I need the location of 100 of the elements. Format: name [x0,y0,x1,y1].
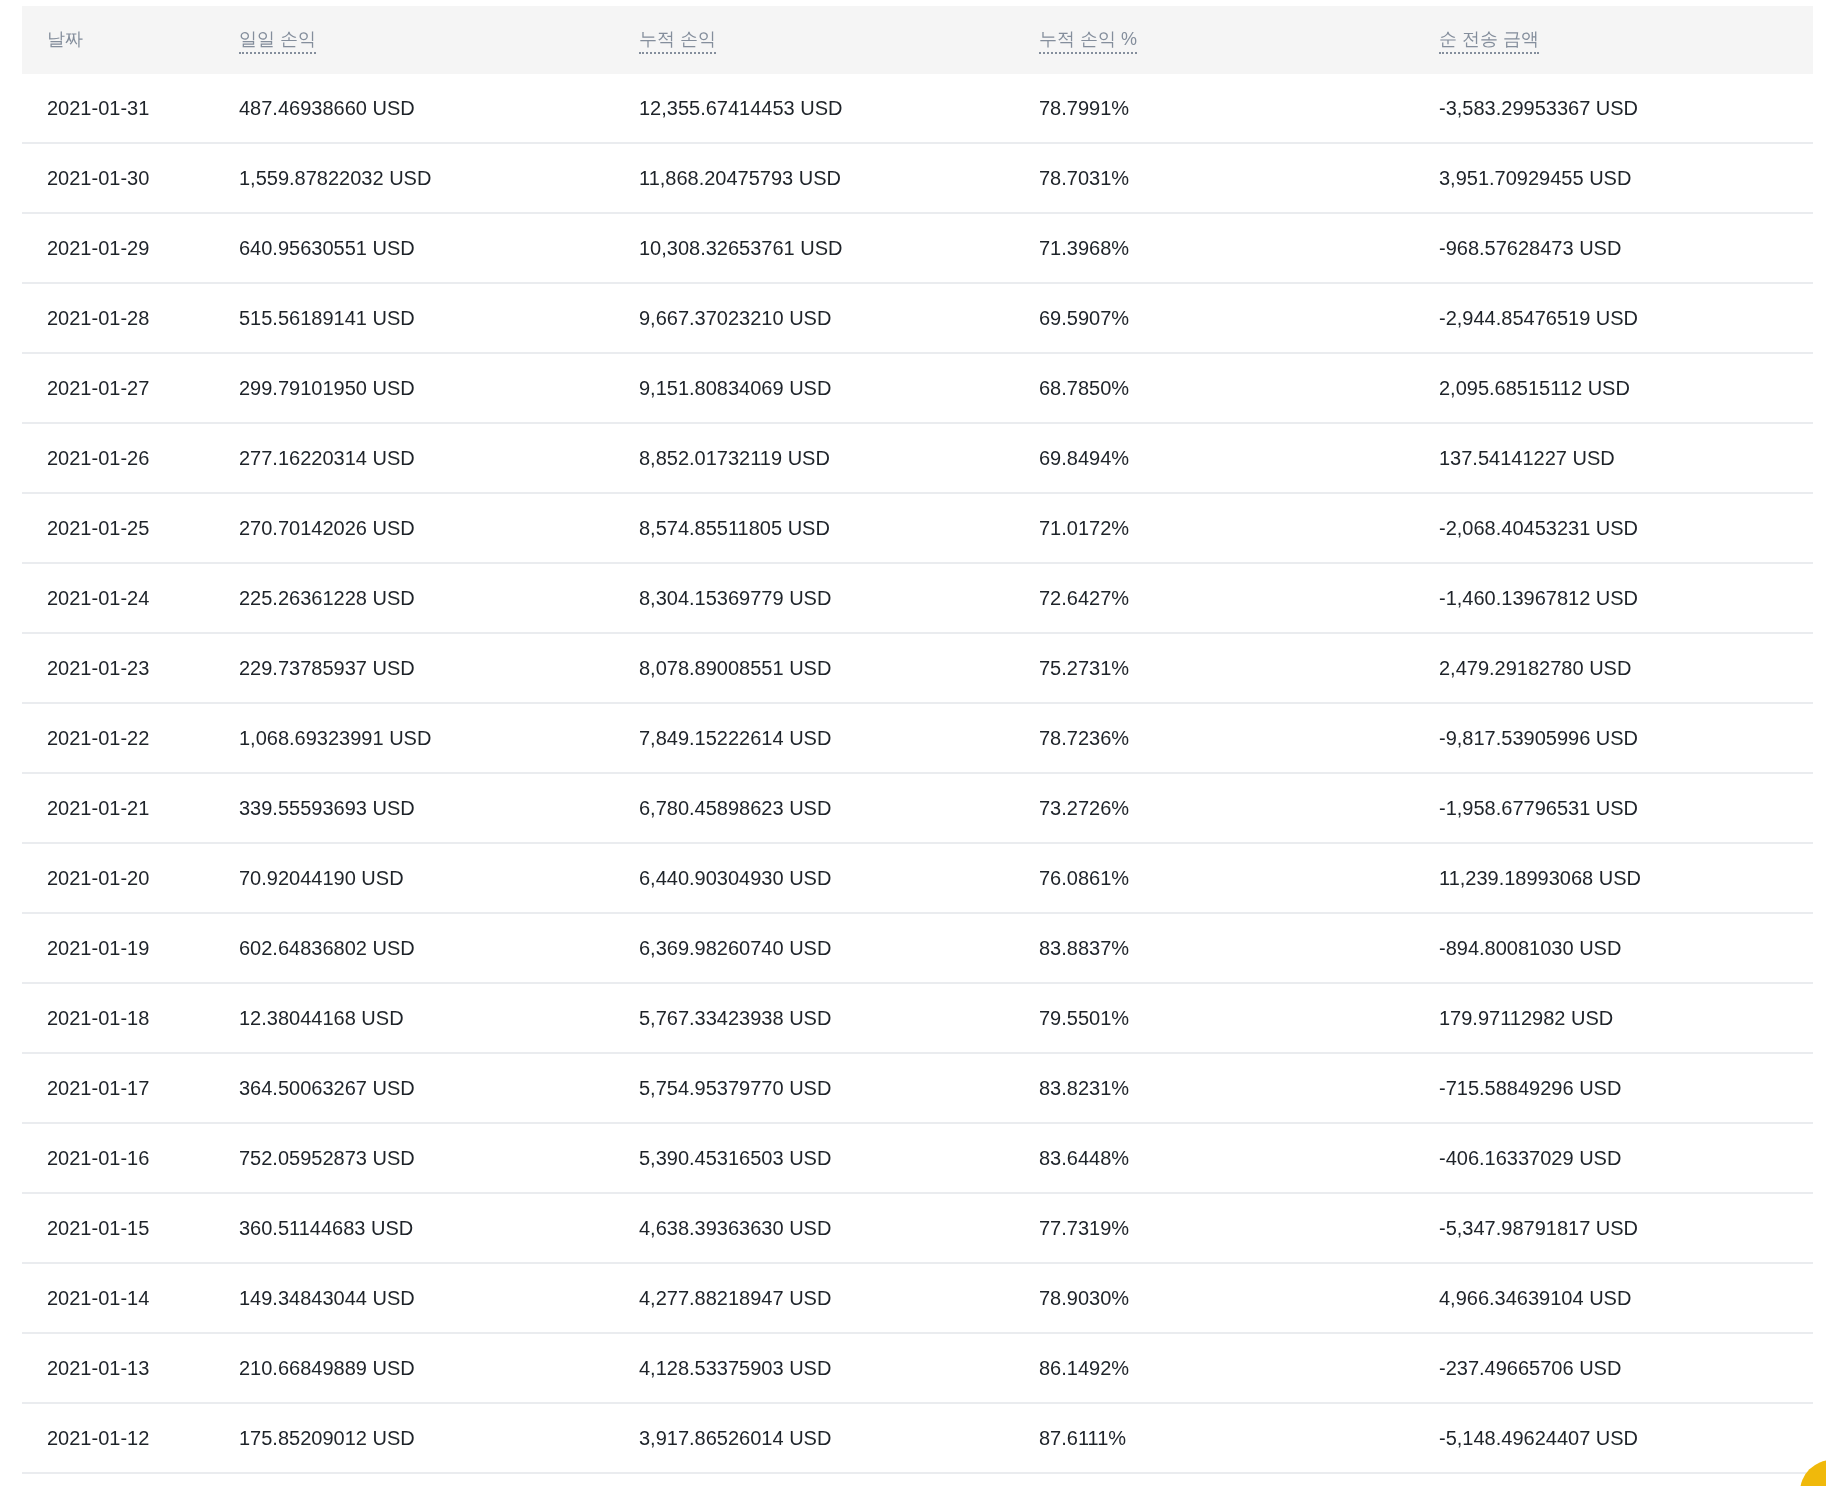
table-cell: 78.7031% [1014,144,1414,214]
table-cell: 71.3968% [1014,214,1414,284]
table-cell: 2021-01-31 [22,74,214,144]
table-cell: 8,304.15369779 USD [614,564,1014,634]
column-header: 순 전송 금액 [1439,26,1539,54]
table-cell: 2021-01-26 [22,424,214,494]
table-cell: 86.1492% [1014,1334,1414,1404]
table-cell: 2021-01-15 [22,1194,214,1264]
table-cell: -2,068.40453231 USD [1414,494,1813,564]
table-cell: 515.56189141 USD [214,284,614,354]
table-cell: 1,559.87822032 USD [214,144,614,214]
table-cell: -3,583.29953367 USD [1414,74,1813,144]
table-cell: 2021-01-22 [22,704,214,774]
table-cell: 70.92044190 USD [214,844,614,914]
table-cell: 11,239.18993068 USD [1414,844,1813,914]
table-cell: -2,944.85476519 USD [1414,284,1813,354]
column-header: 일일 손익 [239,26,316,54]
table-cell: 229.73785937 USD [214,634,614,704]
table-cell: 6,440.90304930 USD [614,844,1014,914]
table-cell: 87.6111% [1014,1404,1414,1474]
table-cell: 8,574.85511805 USD [614,494,1014,564]
table-cell: 9,667.37023210 USD [614,284,1014,354]
table-cell: -715.58849296 USD [1414,1054,1813,1124]
table-cell: 3,951.70929455 USD [1414,144,1813,214]
table-cell: 83.8231% [1014,1054,1414,1124]
table-cell: 69.5907% [1014,284,1414,354]
table-cell: 11,868.20475793 USD [614,144,1014,214]
table-cell: -1,460.13967812 USD [1414,564,1813,634]
table-cell: 487.46938660 USD [214,74,614,144]
table-cell: 2021-01-25 [22,494,214,564]
table-cell: 2021-01-19 [22,914,214,984]
table-cell: 149.34843044 USD [214,1264,614,1334]
table-cell: 270.70142026 USD [214,494,614,564]
table-cell: -894.80081030 USD [1414,914,1813,984]
table-cell: 83.8837% [1014,914,1414,984]
table-cell: 5,390.45316503 USD [614,1124,1014,1194]
table-cell: 10,308.32653761 USD [614,214,1014,284]
table-cell: 2021-01-29 [22,214,214,284]
table-cell: 277.16220314 USD [214,424,614,494]
table-cell: 1,068.69323991 USD [214,704,614,774]
table-cell: 2021-01-23 [22,634,214,704]
table-cell: 2021-01-24 [22,564,214,634]
table-cell: 225.26361228 USD [214,564,614,634]
table-cell: 2021-01-18 [22,984,214,1054]
table-cell: 8,078.89008551 USD [614,634,1014,704]
table-cell: 83.6448% [1014,1124,1414,1194]
table-cell: 2021-01-14 [22,1264,214,1334]
table-cell: 364.50063267 USD [214,1054,614,1124]
table-cell: 602.64836802 USD [214,914,614,984]
table-cell: 360.51144683 USD [214,1194,614,1264]
table-cell: 137.54141227 USD [1414,424,1813,494]
table-cell: 179.97112982 USD [1414,984,1813,1054]
column-header: 누적 손익 [639,26,716,54]
table-cell: 75.2731% [1014,634,1414,704]
table-cell: 8,852.01732119 USD [614,424,1014,494]
table-cell: 2021-01-28 [22,284,214,354]
table-cell: -5,148.49624407 USD [1414,1404,1813,1474]
table-cell: 3,917.86526014 USD [614,1404,1014,1474]
table-cell: 4,128.53375903 USD [614,1334,1014,1404]
column-header: 날짜 [47,27,83,51]
table-cell: 4,966.34639104 USD [1414,1264,1813,1334]
table-cell: 78.7236% [1014,704,1414,774]
table-cell: 2021-01-17 [22,1054,214,1124]
table-cell: 2021-01-13 [22,1334,214,1404]
table-cell: 6,780.45898623 USD [614,774,1014,844]
table-cell: 299.79101950 USD [214,354,614,424]
table-cell: 73.2726% [1014,774,1414,844]
table-cell: 78.7991% [1014,74,1414,144]
table-cell: 640.95630551 USD [214,214,614,284]
table-cell: 77.7319% [1014,1194,1414,1264]
table-cell: 71.0172% [1014,494,1414,564]
table-cell: -5,347.98791817 USD [1414,1194,1813,1264]
table-cell: -1,958.67796531 USD [1414,774,1813,844]
table-cell: 79.5501% [1014,984,1414,1054]
table-cell: 5,754.95379770 USD [614,1054,1014,1124]
table-cell: 2021-01-12 [22,1404,214,1474]
table-cell: 2,095.68515112 USD [1414,354,1813,424]
table-cell: 76.0861% [1014,844,1414,914]
table-cell: 9,151.80834069 USD [614,354,1014,424]
table-cell: 2021-01-30 [22,144,214,214]
table-cell: -968.57628473 USD [1414,214,1813,284]
table-cell: -9,817.53905996 USD [1414,704,1813,774]
table-cell: 6,369.98260740 USD [614,914,1014,984]
table-cell: 7,849.15222614 USD [614,704,1014,774]
table-cell: 4,638.39363630 USD [614,1194,1014,1264]
table-cell: 5,767.33423938 USD [614,984,1014,1054]
column-header: 누적 손익 % [1039,26,1137,54]
table-cell: -406.16337029 USD [1414,1124,1813,1194]
table-cell: 72.6427% [1014,564,1414,634]
table-cell: -237.49665706 USD [1414,1334,1813,1404]
table-cell: 69.8494% [1014,424,1414,494]
table-cell: 2021-01-21 [22,774,214,844]
table-cell: 12,355.67414453 USD [614,74,1014,144]
table-cell: 175.85209012 USD [214,1404,614,1474]
table-cell: 210.66849889 USD [214,1334,614,1404]
table-cell: 4,277.88218947 USD [614,1264,1014,1334]
table-cell: 339.55593693 USD [214,774,614,844]
table-cell: 78.9030% [1014,1264,1414,1334]
table-cell: 2,479.29182780 USD [1414,634,1813,704]
table-cell: 68.7850% [1014,354,1414,424]
